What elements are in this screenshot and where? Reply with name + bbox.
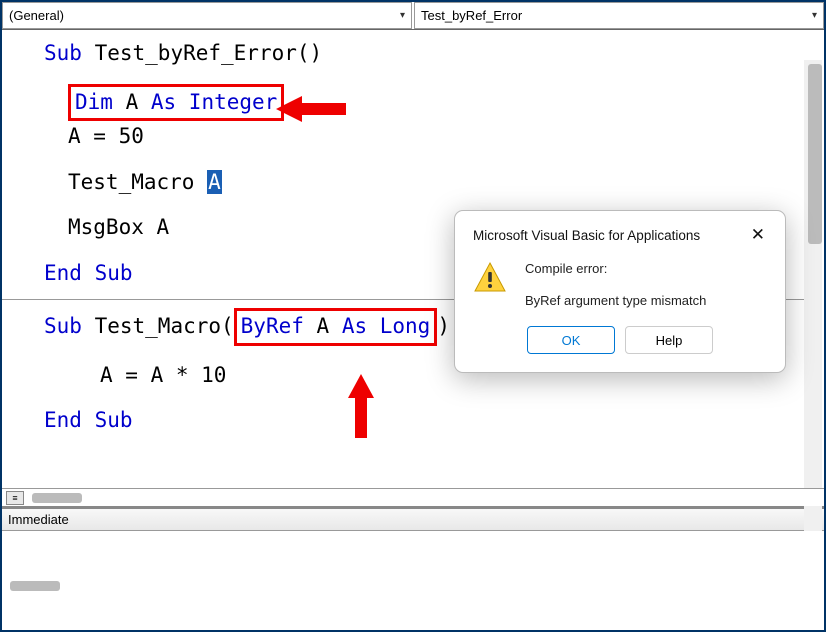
warning-icon bbox=[473, 259, 511, 310]
highlight-box-dim: Dim A As Integer bbox=[68, 84, 284, 122]
immediate-title-bar: Immediate 🗙 bbox=[2, 509, 824, 531]
red-arrow-left-icon bbox=[276, 96, 346, 122]
horizontal-scrollbar-thumb[interactable] bbox=[10, 581, 60, 591]
vertical-scrollbar-thumb[interactable] bbox=[808, 64, 822, 244]
dialog-message: Compile error: ByRef argument type misma… bbox=[525, 259, 706, 310]
help-button[interactable]: Help bbox=[625, 326, 713, 354]
code-view-bar: ≡ bbox=[2, 488, 824, 506]
dialog-title: Microsoft Visual Basic for Applications bbox=[473, 228, 700, 243]
red-arrow-up-icon bbox=[348, 374, 374, 438]
chevron-down-icon: ▾ bbox=[812, 10, 817, 21]
object-dropdown[interactable]: (General) ▾ bbox=[2, 2, 412, 29]
close-icon[interactable]: ✕ bbox=[745, 223, 771, 247]
immediate-window: Immediate 🗙 bbox=[2, 508, 824, 606]
selected-argument: A bbox=[207, 170, 222, 194]
horizontal-scrollbar-thumb[interactable] bbox=[32, 493, 82, 503]
single-view-button[interactable]: ≡ bbox=[6, 491, 24, 505]
procedure-dropdown-value: Test_byRef_Error bbox=[421, 8, 522, 23]
top-dropdown-bar: (General) ▾ Test_byRef_Error ▾ bbox=[2, 2, 824, 30]
ok-button[interactable]: OK bbox=[527, 326, 615, 354]
immediate-title: Immediate bbox=[8, 512, 69, 527]
chevron-down-icon: ▾ bbox=[400, 10, 405, 21]
immediate-body[interactable] bbox=[2, 531, 824, 593]
dialog-title-bar: Microsoft Visual Basic for Applications … bbox=[455, 211, 785, 251]
object-dropdown-value: (General) bbox=[9, 8, 64, 23]
procedure-dropdown[interactable]: Test_byRef_Error ▾ bbox=[414, 2, 824, 29]
error-dialog: Microsoft Visual Basic for Applications … bbox=[454, 210, 786, 373]
highlight-box-byref: ByRef A As Long bbox=[234, 308, 438, 346]
